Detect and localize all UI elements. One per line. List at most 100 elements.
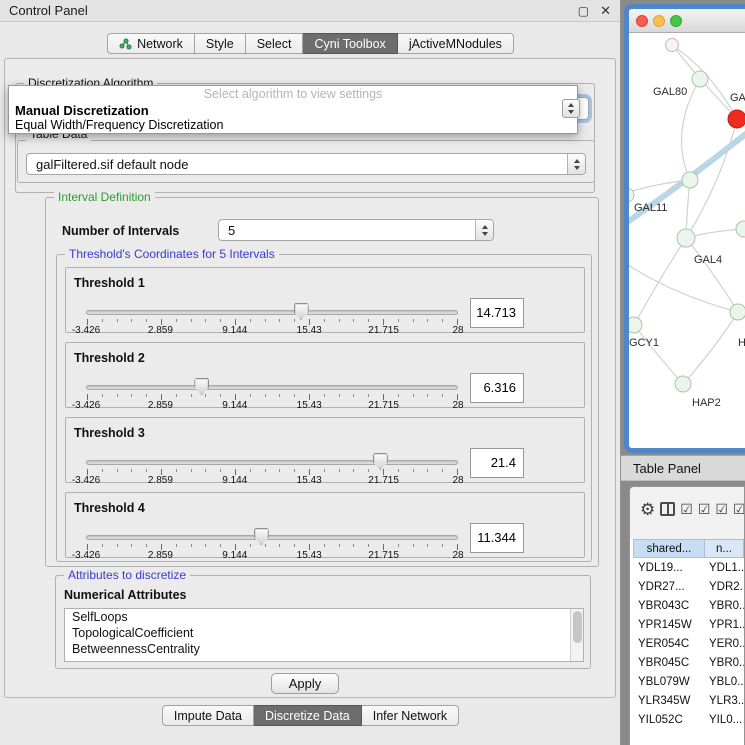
table-cell[interactable]: YBR0...	[705, 600, 744, 612]
checkbox-icon-3[interactable]: ☑	[715, 502, 728, 516]
network-node-hap2[interactable]	[675, 376, 691, 392]
close-icon[interactable]: ✕	[600, 4, 611, 17]
close-light[interactable]	[636, 15, 648, 27]
slider-thumb[interactable]	[194, 378, 209, 395]
cyni-toolbox-panel: Discretization Algorithm Select algorith…	[4, 58, 616, 698]
numerical-attributes-list[interactable]: SelfLoopsTopologicalCoefficientBetweenne…	[64, 608, 584, 662]
algorithm-option-equal-width[interactable]: Equal Width/Frequency Discretization	[9, 118, 577, 133]
network-node-selected-red[interactable]	[728, 110, 745, 128]
table-row[interactable]: YDR27...YDR2...	[630, 577, 744, 596]
table-row[interactable]: YBR045CYBR0...	[630, 653, 744, 672]
table-cell[interactable]: YIL0...	[705, 714, 744, 726]
tab-style[interactable]: Style	[195, 33, 246, 54]
list-scrollbar-thumb[interactable]	[573, 611, 582, 643]
table-cell[interactable]: YLR345W	[633, 695, 705, 707]
network-canvas[interactable]: GAL80 GA GAL11 GAL4 GCY1 H HAP2	[629, 33, 745, 448]
column-header-shared-name[interactable]: shared...	[633, 539, 705, 558]
numerical-attribute-item[interactable]: BetweennessCentrality	[65, 641, 583, 657]
slider-track[interactable]	[86, 535, 458, 540]
slider-track[interactable]	[86, 460, 458, 465]
slider-tick	[427, 544, 428, 547]
threshold-4-label: Threshold 4	[74, 501, 145, 515]
tab-cyni-toolbox[interactable]: Cyni Toolbox	[303, 33, 397, 54]
table-cell[interactable]: YDR27...	[633, 581, 705, 593]
table-cell[interactable]: YBR0...	[705, 657, 744, 669]
tab-infer-network[interactable]: Infer Network	[362, 705, 459, 726]
table-row[interactable]: YDL19...YDL1...	[630, 558, 744, 577]
slider-tick	[339, 394, 340, 397]
table-row[interactable]: YBL079WYBL0...	[630, 672, 744, 691]
table-data-combobox[interactable]: galFiltered.sif default node	[26, 153, 586, 175]
threshold-2-value-field[interactable]: 6.316	[470, 373, 524, 403]
table-cell[interactable]: YER054C	[633, 638, 705, 650]
table-row[interactable]: YIL052CYIL0...	[630, 710, 744, 729]
table-columns-icon[interactable]	[660, 502, 675, 516]
slider-thumb[interactable]	[294, 303, 309, 320]
number-of-intervals-stepper[interactable]	[475, 220, 493, 240]
table-cell[interactable]: YPR145W	[633, 619, 705, 631]
tab-impute-data[interactable]: Impute Data	[162, 705, 254, 726]
threshold-3-value-field[interactable]: 21.4	[470, 448, 524, 478]
slider-thumb[interactable]	[373, 453, 388, 470]
network-label-gal80: GAL80	[653, 86, 687, 98]
tab-network[interactable]: Network	[107, 33, 195, 54]
number-of-intervals-combobox[interactable]: 5	[218, 219, 494, 241]
threshold-4-value-field[interactable]: 11.344	[470, 523, 524, 553]
tab-select[interactable]: Select	[246, 33, 304, 54]
table-cell[interactable]: YBR045C	[633, 657, 705, 669]
list-scrollbar[interactable]	[570, 609, 583, 661]
tab-discretize-data[interactable]: Discretize Data	[254, 705, 362, 726]
network-node[interactable]	[730, 304, 745, 320]
minimize-light[interactable]	[653, 15, 665, 27]
checkbox-icon-4[interactable]: ☑	[733, 502, 745, 516]
slider-tick	[250, 394, 251, 397]
table-row[interactable]: YPR145WYPR1...	[630, 615, 744, 634]
algorithm-combobox-stepper[interactable]	[562, 99, 580, 118]
slider-thumb[interactable]	[254, 528, 269, 545]
table-cell[interactable]: YDL19...	[633, 562, 705, 574]
slider-tick	[191, 469, 192, 472]
algorithm-prompt-option[interactable]: Select algorithm to view settings	[9, 86, 577, 103]
table-cell[interactable]: YPR1...	[705, 619, 744, 631]
slider-tick	[398, 544, 399, 547]
slider-track[interactable]	[86, 385, 458, 390]
table-cell[interactable]: YDR2...	[705, 581, 744, 593]
slider-tick	[191, 319, 192, 322]
checkbox-icon-1[interactable]: ☑	[680, 502, 693, 516]
checkbox-icon-2[interactable]: ☑	[698, 502, 711, 516]
float-window-icon[interactable]: ▢	[578, 5, 589, 17]
table-row[interactable]: YLR345WYLR3...	[630, 691, 744, 710]
tab-cyni-toolbox-label: Cyni Toolbox	[314, 37, 385, 51]
threshold-panel-4: Threshold 4 -3.4262.8599.14415.4321.7152…	[65, 492, 585, 558]
column-header-name[interactable]: n...	[705, 539, 744, 558]
table-cell[interactable]: YIL052C	[633, 714, 705, 726]
table-cell[interactable]: YER0...	[705, 638, 744, 650]
thresholds-group-title: Threshold's Coordinates for 5 Intervals	[65, 247, 279, 262]
table-cell[interactable]: YLR3...	[705, 695, 744, 707]
numerical-attribute-item[interactable]: SelfLoops	[65, 609, 583, 625]
table-cell[interactable]: YDL1...	[705, 562, 744, 574]
threshold-1-value-field[interactable]: 14.713	[470, 298, 524, 328]
table-data-stepper[interactable]	[567, 154, 585, 174]
slider-tick	[427, 469, 428, 472]
table-cell[interactable]: YBL0...	[705, 676, 744, 688]
network-node[interactable]	[736, 221, 745, 237]
network-node-gal80[interactable]	[692, 71, 708, 87]
network-node[interactable]	[666, 39, 679, 52]
slider-track[interactable]	[86, 310, 458, 315]
network-node-gal4[interactable]	[677, 229, 695, 247]
table-row[interactable]: YBR043CYBR0...	[630, 596, 744, 615]
numerical-attribute-item[interactable]: TopologicalCoefficient	[65, 625, 583, 641]
table-row[interactable]: YER054CYER0...	[630, 634, 744, 653]
table-cell[interactable]: YBR043C	[633, 600, 705, 612]
slider-tick	[250, 469, 251, 472]
table-cell[interactable]: YBL079W	[633, 676, 705, 688]
tab-jactivemnodules[interactable]: jActiveMNodules	[398, 33, 514, 54]
apply-button[interactable]: Apply	[271, 673, 339, 694]
slider-tick	[279, 319, 280, 322]
network-node-gcy1[interactable]	[629, 317, 642, 333]
zoom-light[interactable]	[670, 15, 682, 27]
algorithm-option-manual[interactable]: Manual Discretization	[9, 103, 577, 118]
gear-icon[interactable]: ⚙	[640, 501, 655, 518]
network-node[interactable]	[682, 172, 698, 188]
